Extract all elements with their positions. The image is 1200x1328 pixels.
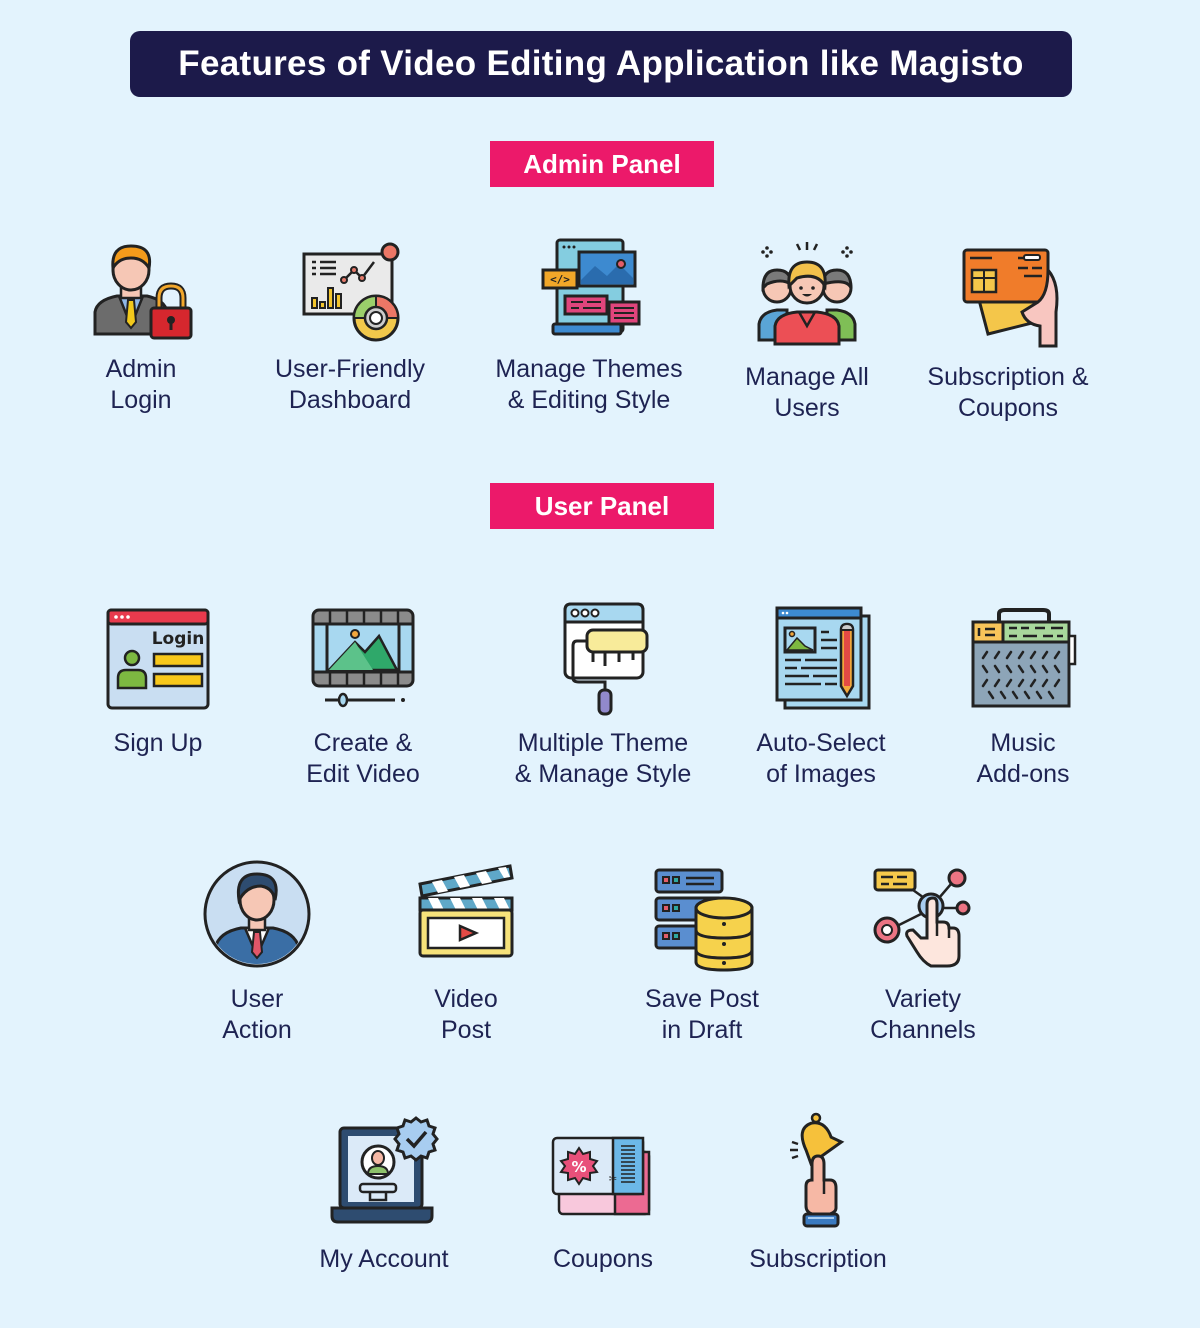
feature-create-edit-video: Create & Edit Video [253, 600, 473, 790]
feature-label: Subscription & Coupons [927, 363, 1089, 422]
feature-label: My Account [319, 1245, 449, 1273]
feature-label: Coupons [552, 1245, 654, 1273]
feature-my-account: My Account [274, 1112, 494, 1275]
user-panel-heading: User Panel [490, 483, 714, 529]
feature-label: Save Post in Draft [645, 985, 759, 1044]
feature-manage-all-users: Manage All Users [697, 234, 917, 424]
feature-user-friendly-dashboard: User-Friendly Dashboard [240, 234, 460, 416]
feature-multiple-theme: Multiple Theme & Manage Style [493, 600, 713, 790]
feature-label: Music Add-ons [976, 729, 1070, 788]
svg-text:%: % [571, 1158, 586, 1176]
feature-label: Multiple Theme & Manage Style [514, 729, 692, 788]
svg-text:Login: Login [152, 629, 205, 649]
feature-coupons: % ✂ Coupons [493, 1112, 713, 1275]
server-database-icon [642, 856, 762, 976]
themes-layout-icon: </> [529, 234, 649, 354]
film-frame-icon [303, 600, 423, 720]
page-title: Features of Video Editing Application li… [178, 44, 1024, 83]
feature-label: Admin Login [105, 355, 177, 414]
dashboard-chart-icon [290, 234, 410, 354]
network-touch-icon [863, 856, 983, 976]
feature-label: Manage Themes & Editing Style [495, 355, 683, 414]
feature-subscription: Subscription [708, 1112, 928, 1275]
feature-video-post: Video Post [356, 856, 576, 1046]
feature-label: Variety Channels [870, 985, 976, 1044]
radio-icon [963, 600, 1083, 720]
feature-label: Sign Up [113, 729, 203, 757]
feature-admin-login: Admin Login [31, 234, 251, 416]
feature-label: User Action [222, 985, 292, 1044]
admin-panel-heading: Admin Panel [490, 141, 714, 187]
feature-variety-channels: Variety Channels [813, 856, 1033, 1046]
svg-text:</>: </> [550, 273, 570, 286]
user-group-icon [747, 234, 867, 354]
feature-label: Create & Edit Video [306, 729, 420, 788]
page-title-banner: Features of Video Editing Application li… [130, 31, 1072, 97]
clapperboard-icon [406, 856, 526, 976]
feature-label: Subscription [749, 1245, 887, 1273]
feature-label: User-Friendly Dashboard [274, 355, 426, 414]
document-image-pencil-icon [761, 600, 881, 720]
feature-sign-up: Login Sign Up [48, 600, 268, 759]
feature-subscription-coupons: Subscription & Coupons [898, 234, 1118, 424]
feature-label: Manage All Users [745, 363, 869, 422]
admin-lock-icon [81, 234, 201, 354]
feature-auto-select-images: Auto-Select of Images [711, 600, 931, 790]
login-window-icon: Login [98, 600, 218, 720]
bell-finger-icon [758, 1112, 878, 1232]
user-avatar-icon [197, 856, 317, 976]
feature-user-action: User Action [147, 856, 367, 1046]
feature-manage-themes: </> Manage Themes & Editing Style [479, 234, 699, 416]
paint-roller-icon [543, 600, 663, 720]
feature-save-post-draft: Save Post in Draft [592, 856, 812, 1046]
coupon-ticket-icon: % ✂ [543, 1112, 663, 1232]
card-in-hand-icon [948, 234, 1068, 354]
svg-text:✂: ✂ [609, 1174, 617, 1185]
feature-label: Video Post [434, 985, 498, 1044]
feature-music-add-ons: Music Add-ons [913, 600, 1133, 790]
laptop-verified-user-icon [324, 1112, 444, 1232]
feature-label: Auto-Select of Images [756, 729, 886, 788]
